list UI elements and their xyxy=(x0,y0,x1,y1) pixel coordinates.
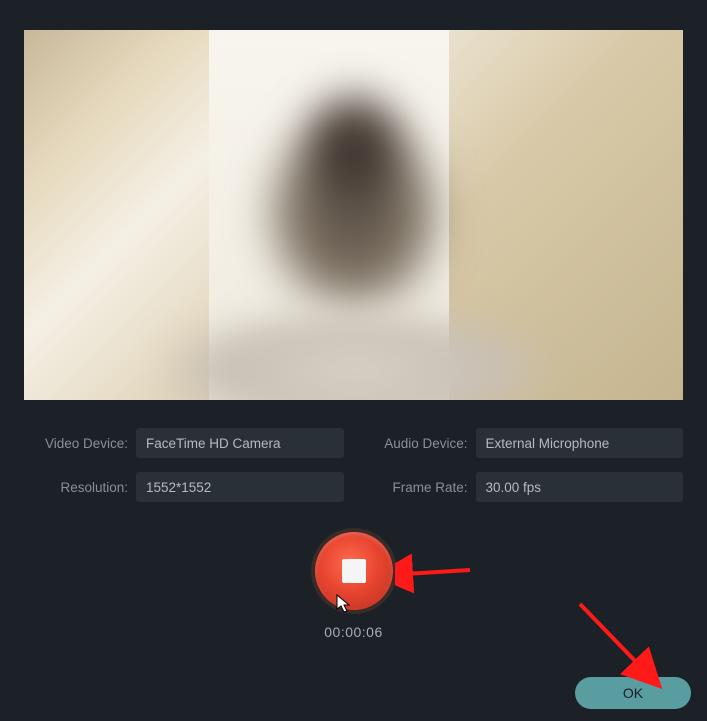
audio-device-label: Audio Device: xyxy=(364,436,468,451)
stop-record-button[interactable] xyxy=(315,532,393,610)
resolution-label: Resolution: xyxy=(24,480,128,495)
ok-button[interactable]: OK xyxy=(575,677,691,709)
audio-device-select[interactable]: External Microphone xyxy=(476,428,684,458)
frame-rate-select[interactable]: 30.00 fps xyxy=(476,472,684,502)
video-device-select[interactable]: FaceTime HD Camera xyxy=(136,428,344,458)
resolution-select[interactable]: 1552*1552 xyxy=(136,472,344,502)
video-device-label: Video Device: xyxy=(24,436,128,451)
record-timer: 00:00:06 xyxy=(324,624,383,640)
stop-icon xyxy=(342,559,366,583)
frame-rate-label: Frame Rate: xyxy=(364,480,468,495)
settings-panel: Video Device: FaceTime HD Camera Resolut… xyxy=(24,428,683,502)
camera-preview xyxy=(24,30,683,400)
